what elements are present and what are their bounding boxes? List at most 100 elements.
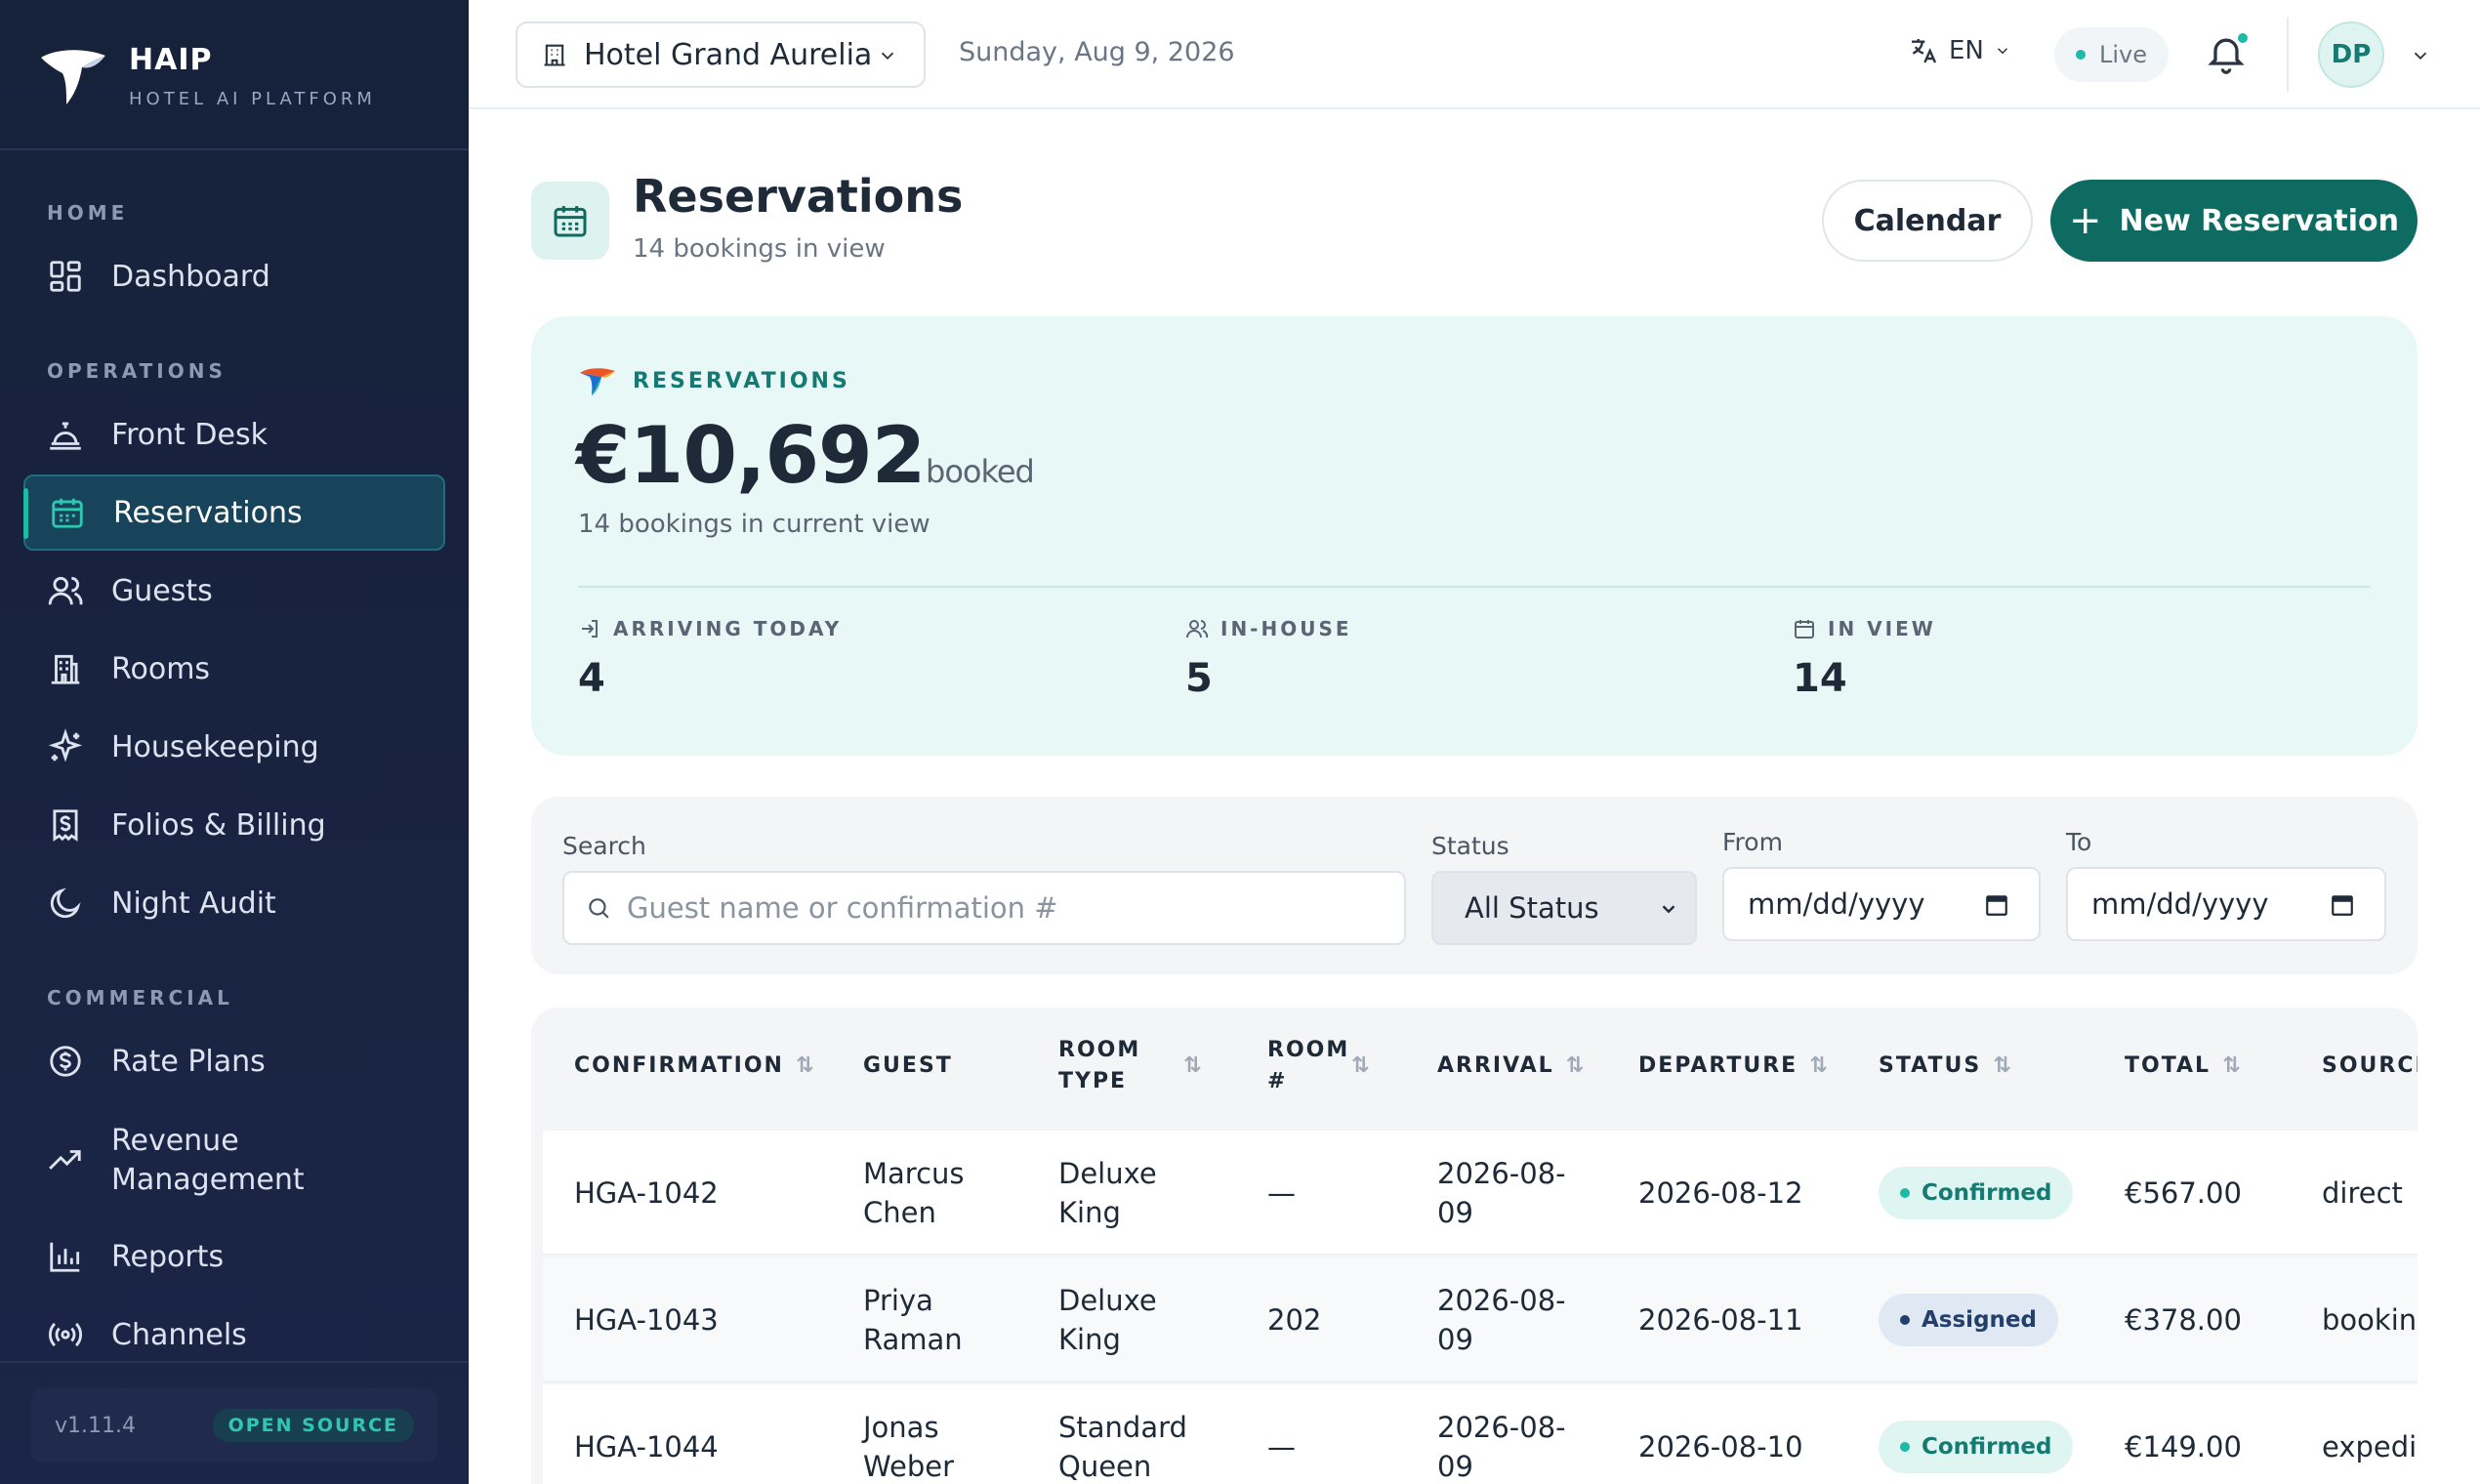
cell-arrival: 2026-08- 09 (1437, 1131, 1566, 1256)
cell-room-number: — (1267, 1430, 1296, 1463)
cell-total: €567.00 (2125, 1176, 2242, 1210)
sidebar-item-folios-billing[interactable]: Folios & Billing (23, 787, 445, 863)
column-header-room-type[interactable]: ROOM TYPE (1058, 1035, 1140, 1097)
calendar-picker-icon[interactable] (1984, 892, 2009, 918)
live-dot (2076, 50, 2086, 60)
from-date-input[interactable]: mm/dd/yyyy (1722, 867, 2041, 941)
stat-in-view: IN VIEW 14 (1793, 617, 1936, 701)
user-avatar[interactable]: DP (2318, 21, 2384, 88)
stat-label: IN-HOUSE (1220, 617, 1352, 640)
users-icon (1186, 620, 1209, 639)
arrival-line: 2026-08- (1437, 1157, 1566, 1190)
radio-broadcast-icon (48, 1322, 83, 1347)
new-reservation-button[interactable]: + New Reservation (2050, 180, 2418, 262)
cell-room-type: Deluxe King (1058, 1257, 1157, 1382)
sidebar-item-reports[interactable]: Reports (23, 1218, 445, 1295)
sidebar-item-label: Dashboard (111, 259, 270, 294)
column-header-label: TYPE (1058, 1069, 1128, 1093)
calendar-icon (1795, 620, 1814, 639)
sort-icon[interactable]: ⇅ (2222, 1051, 2242, 1082)
cell-confirmation: HGA-1043 (574, 1303, 719, 1337)
room-type-line: Queen (1058, 1450, 1152, 1483)
table-row[interactable]: HGA-1043 Priya Raman Deluxe King 202 202… (543, 1257, 2418, 1382)
dollar-circle-icon (50, 1046, 81, 1077)
search-input[interactable]: Guest name or confirmation # (562, 871, 1406, 945)
column-header-arrival[interactable]: ARRIVAL ⇅ (1437, 1051, 1586, 1082)
sidebar-item-housekeeping[interactable]: Housekeeping (23, 709, 445, 785)
column-header-total[interactable]: TOTAL ⇅ (2125, 1051, 2243, 1082)
bar-chart-icon (50, 1242, 80, 1272)
column-header-room-number[interactable]: ROOM # (1267, 1035, 1349, 1097)
cell-total: €378.00 (2125, 1303, 2242, 1337)
column-header-guest: GUEST (863, 1051, 953, 1082)
sidebar-item-revenue-management[interactable]: Revenue Management (23, 1107, 445, 1215)
sidebar-item-dashboard[interactable]: Dashboard (23, 238, 445, 314)
sidebar-item-label: Management (111, 1163, 305, 1197)
live-indicator: Live (2054, 27, 2170, 82)
hotel-building-icon (544, 44, 565, 66)
sidebar-item-rooms[interactable]: Rooms (23, 631, 445, 707)
sort-icon[interactable]: ⇅ (796, 1051, 815, 1082)
column-header-label: STATUS (1879, 1053, 1982, 1078)
cell-total: €149.00 (2125, 1430, 2242, 1463)
brand[interactable]: HAIP HOTEL AI PLATFORM (37, 37, 376, 115)
status-dot (1900, 1188, 1910, 1198)
stat-value: 14 (1793, 656, 1847, 701)
concierge-bell-icon (50, 422, 81, 450)
cell-guest: Marcus Chen (863, 1131, 965, 1256)
sort-icon[interactable]: ⇅ (1183, 1051, 1203, 1082)
page-title: Reservations (633, 170, 964, 223)
sidebar-item-guests[interactable]: Guests (23, 553, 445, 629)
open-source-badge: OPEN SOURCE (212, 1409, 414, 1442)
sort-icon[interactable]: ⇅ (1351, 1051, 1371, 1082)
cell-confirmation: HGA-1042 (574, 1176, 719, 1210)
guest-last-name: Raman (863, 1323, 963, 1356)
dashboard-icon (50, 261, 81, 292)
translate-icon (1912, 39, 1937, 63)
sort-icon[interactable]: ⇅ (1993, 1051, 2012, 1082)
column-header-status[interactable]: STATUS ⇅ (1879, 1051, 2013, 1082)
table-row[interactable]: HGA-1042 Marcus Chen Deluxe King — 2026-… (543, 1131, 2418, 1256)
sidebar-item-front-desk[interactable]: Front Desk (23, 396, 445, 473)
arrival-line: 09 (1437, 1450, 1473, 1483)
hotel-selector[interactable]: Hotel Grand Aurelia (516, 21, 926, 88)
sort-icon[interactable]: ⇅ (1809, 1051, 1829, 1082)
to-date-input[interactable]: mm/dd/yyyy (2066, 867, 2386, 941)
cell-source: expedia (2322, 1430, 2418, 1463)
guest-last-name: Weber (863, 1450, 954, 1483)
haip-color-logo-icon (580, 368, 615, 395)
sidebar: HAIP HOTEL AI PLATFORM HOME Dashboard OP… (0, 0, 469, 1484)
sidebar-footer-divider (0, 1361, 469, 1363)
receipt-icon (53, 809, 78, 842)
column-header-label: TOTAL (2125, 1053, 2211, 1078)
column-header-label: SOURCE (2322, 1053, 2418, 1078)
column-header-departure[interactable]: DEPARTURE ⇅ (1638, 1051, 1830, 1082)
sidebar-item-reservations[interactable]: Reservations (23, 474, 445, 551)
cell-status: Confirmed (1879, 1384, 2074, 1484)
summary-label: RESERVATIONS (578, 365, 850, 396)
guest-first-name: Jonas (863, 1411, 939, 1444)
sidebar-item-night-audit[interactable]: Night Audit (23, 865, 445, 941)
cell-room-type: Deluxe King (1058, 1131, 1157, 1256)
sort-icon[interactable]: ⇅ (1566, 1051, 1586, 1082)
hotel-name: Hotel Grand Aurelia (584, 37, 873, 72)
column-header-confirmation[interactable]: CONFIRMATION ⇅ (574, 1051, 815, 1082)
from-date-value: mm/dd/yyyy (1748, 887, 1925, 921)
status-select[interactable]: All Status (1431, 871, 1697, 945)
language-selector[interactable]: EN (1908, 35, 2021, 66)
chevron-down-icon[interactable] (2410, 45, 2431, 66)
search-placeholder: Guest name or confirmation # (627, 891, 1058, 925)
calendar-button[interactable]: Calendar (1822, 180, 2033, 262)
search-label: Search (562, 832, 646, 860)
notifications-button[interactable] (2205, 29, 2252, 80)
sidebar-item-rate-plans[interactable]: Rate Plans (23, 1023, 445, 1099)
to-date-value: mm/dd/yyyy (2091, 887, 2269, 921)
calendar-picker-icon[interactable] (2330, 892, 2355, 918)
status-text: Confirmed (1922, 1434, 2052, 1460)
total-booked-amount: €10,692 (576, 410, 926, 501)
sidebar-item-label: Rooms (111, 651, 211, 686)
stat-arriving-today: ARRIVING TODAY 4 (578, 617, 842, 701)
table-row[interactable]: HGA-1044 Jonas Weber Standard Queen — 20… (543, 1384, 2418, 1484)
cell-departure: 2026-08-12 (1638, 1176, 1803, 1210)
arrival-line: 2026-08- (1437, 1411, 1566, 1444)
